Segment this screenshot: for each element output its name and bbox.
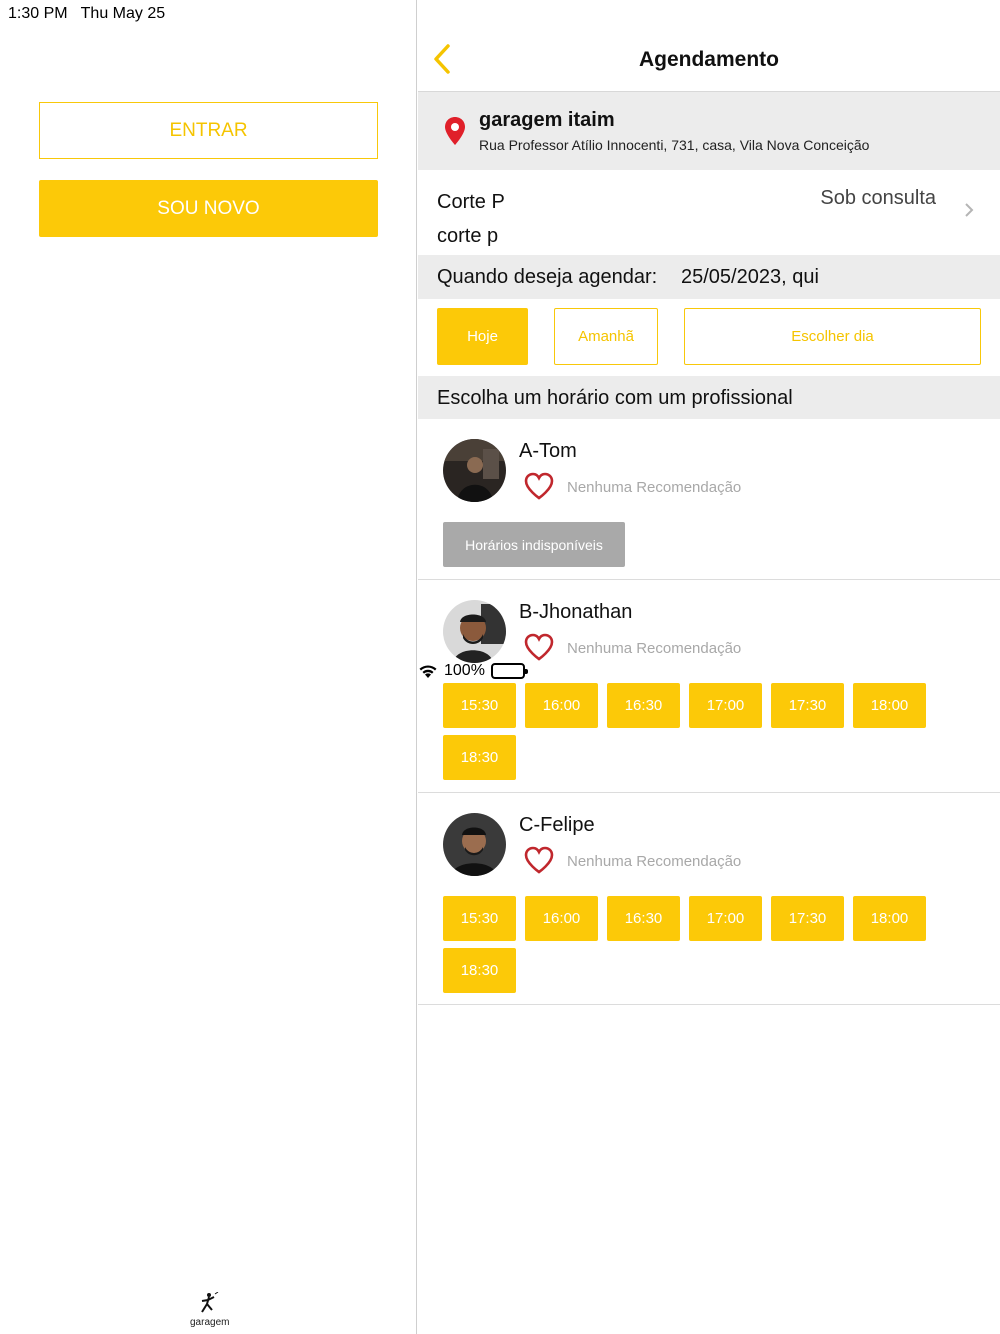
time-slot-button[interactable]: 16:00 — [525, 896, 598, 941]
barber-logo-icon — [201, 1291, 219, 1313]
time-slot-button[interactable]: 18:30 — [443, 948, 516, 993]
time-slot-button[interactable]: 17:30 — [771, 683, 844, 728]
date-question-bar: Quando deseja agendar: 25/05/2023, qui — [418, 255, 1000, 299]
service-name: Corte P — [437, 191, 505, 213]
section-title: Escolha um horário com um profissional — [437, 387, 793, 409]
time-slot-button[interactable]: 18:00 — [853, 896, 926, 941]
professional-card: B-Jhonathan Nenhuma Recomendação 15:30 1… — [418, 580, 1000, 793]
time-slot-button[interactable]: 15:30 — [443, 683, 516, 728]
time-slot-button[interactable]: 17:30 — [771, 896, 844, 941]
heart-icon[interactable] — [523, 845, 555, 875]
heart-icon[interactable] — [523, 471, 555, 501]
chevron-right-icon — [965, 203, 974, 217]
professional-section-header: Escolha um horário com um profissional — [418, 376, 1000, 419]
professional-card: C-Felipe Nenhuma Recomendação 15:30 16:0… — [418, 793, 1000, 1005]
avatar — [443, 600, 506, 663]
avatar — [443, 813, 506, 876]
location-name: garagem itaim — [479, 109, 615, 131]
service-price: Sob consulta — [820, 187, 936, 209]
time-slot-button[interactable]: 16:30 — [607, 896, 680, 941]
today-button[interactable]: Hoje — [437, 308, 528, 365]
time-slots: 15:30 16:00 16:30 17:00 17:30 18:00 18:3… — [443, 896, 943, 993]
recommendation-text: Nenhuma Recomendação — [567, 853, 742, 870]
service-row[interactable]: Corte P corte p Sob consulta — [418, 170, 1000, 255]
date-question: Quando deseja agendar: — [437, 266, 658, 288]
professional-name: A-Tom — [519, 440, 577, 462]
recommendation-text: Nenhuma Recomendação — [567, 479, 742, 496]
page-title: Agendamento — [638, 48, 779, 71]
professional-card: A-Tom Nenhuma Recomendação Horários indi… — [418, 419, 1000, 580]
login-button[interactable]: ENTRAR — [39, 102, 378, 159]
location-section: garagem itaim Rua Professor Atílio Innoc… — [418, 92, 1000, 170]
time-slot-button[interactable]: 16:30 — [607, 683, 680, 728]
left-pane: ENTRAR SOU NOVO garagem — [0, 0, 417, 1334]
recommendation-text: Nenhuma Recomendação — [567, 640, 742, 657]
logo-text: garagem — [190, 1317, 230, 1328]
time-slots: 15:30 16:00 16:30 17:00 17:30 18:00 18:3… — [443, 683, 943, 780]
tomorrow-button[interactable]: Amanhã — [554, 308, 658, 365]
nav-bar: Agendamento — [418, 28, 1000, 92]
avatar — [443, 439, 506, 502]
register-button[interactable]: SOU NOVO — [39, 180, 378, 237]
heart-icon[interactable] — [523, 632, 555, 662]
service-description: corte p — [437, 225, 499, 247]
choose-day-button[interactable]: Escolher dia — [684, 308, 981, 365]
time-slot-button[interactable]: 15:30 — [443, 896, 516, 941]
brand-logo: garagem — [190, 1291, 230, 1328]
professional-name: B-Jhonathan — [519, 601, 633, 623]
selected-date: 25/05/2023, qui — [681, 266, 819, 288]
unavailable-slots-button[interactable]: Horários indisponíveis — [443, 522, 625, 567]
booking-pane: Agendamento garagem itaim Rua Professor … — [418, 0, 1000, 1334]
time-slot-button[interactable]: 16:00 — [525, 683, 598, 728]
professional-name: C-Felipe — [519, 814, 595, 836]
time-slot-button[interactable]: 17:00 — [689, 896, 762, 941]
time-slot-button[interactable]: 18:00 — [853, 683, 926, 728]
location-pin-icon — [445, 117, 465, 145]
location-address: Rua Professor Atílio Innocenti, 731, cas… — [479, 137, 870, 153]
time-slot-button[interactable]: 18:30 — [443, 735, 516, 780]
time-slot-button[interactable]: 17:00 — [689, 683, 762, 728]
